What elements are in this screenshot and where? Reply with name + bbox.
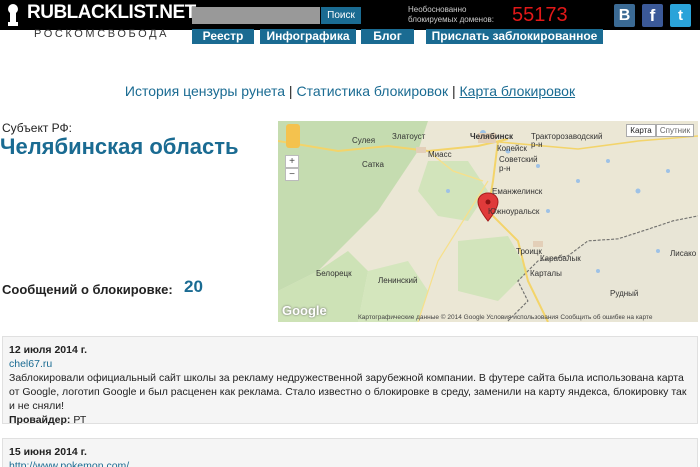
map-label-lisakovsk: Лисако	[670, 249, 697, 258]
link-censorship-history[interactable]: История цензуры рунета	[125, 83, 285, 99]
map-label-rudny: Рудный	[610, 289, 639, 298]
provider-value: РТ	[73, 414, 87, 426]
map-label-leninsky: Ленинский	[378, 276, 418, 285]
link-blocking-map[interactable]: Карта блокировок	[460, 83, 576, 99]
google-logo[interactable]: Google	[282, 303, 327, 318]
map-label-yuzhnouralsk: Южноуральск	[488, 207, 540, 216]
region-map[interactable]: + − Карта Спутник Сулея Златоуст Челябин…	[278, 121, 698, 322]
zoom-in-button[interactable]: +	[285, 155, 299, 168]
block-report-item: 15 июня 2014 г. http://www.pokemon.com/	[2, 438, 698, 467]
region-label: Субъект РФ:	[2, 121, 72, 135]
blocked-domains-counter: 55173	[512, 4, 568, 26]
map-label-r-n: р-н	[531, 140, 543, 149]
map-label-kopeysk: Копейск	[497, 144, 527, 153]
search-input[interactable]	[192, 7, 320, 24]
report-date: 15 июня 2014 г.	[9, 446, 87, 458]
region-name: Челябинская область	[0, 134, 239, 159]
report-url-link[interactable]: http://www.pokemon.com/	[9, 459, 691, 467]
facebook-icon[interactable]: f	[642, 4, 663, 27]
blocked-domains-label: Необоснованно блокируемых доменов:	[408, 5, 494, 24]
report-url-link[interactable]: chel67.ru	[9, 357, 691, 371]
report-provider: Провайдер: РТ	[9, 413, 691, 427]
map-label-karabalyk: Карабалык	[540, 254, 581, 263]
map-label-r-n-2: р-н	[499, 164, 511, 173]
map-label-sovetsky: Советский	[499, 155, 538, 164]
messages-label: Сообщений о блокировке:	[2, 282, 173, 297]
zoom-out-button[interactable]: −	[285, 168, 299, 181]
search-button[interactable]: Поиск	[321, 7, 361, 24]
messages-count: 20	[184, 277, 203, 296]
map-label-emanzhelinsk: Еманжелинск	[492, 187, 543, 196]
map-label-troitsk: Троицк	[516, 247, 542, 256]
map-label-chelyabinsk: Челябинск	[470, 132, 513, 141]
site-logo[interactable]: RUBLACKLIST.NET	[27, 2, 196, 24]
twitter-icon[interactable]: t	[670, 4, 691, 27]
link-separator: |	[451, 83, 456, 99]
section-links: История цензуры рунета | Статистика блок…	[0, 83, 700, 99]
vk-icon[interactable]: B	[614, 4, 635, 27]
report-date: 12 июля 2014 г.	[9, 344, 87, 356]
block-report-item: 12 июля 2014 г. chel67.ru Заблокировали …	[2, 336, 698, 427]
report-description: Заблокировали официальный сайт школы за …	[9, 372, 687, 412]
top-bar: RUBLACKLIST.NET Поиск Необоснованно блок…	[0, 0, 700, 30]
nav-blog[interactable]: Блог	[361, 29, 414, 44]
street-view-pegman-icon[interactable]	[286, 124, 300, 148]
map-label-satka: Сатка	[362, 160, 384, 169]
link-blocking-stats[interactable]: Статистика блокировок	[296, 83, 448, 99]
map-label-kartaly: Карталы	[530, 269, 562, 278]
keyhole-logo-icon	[8, 4, 18, 26]
map-label-sulea: Сулея	[352, 136, 376, 145]
site-subtitle: РОСКОМСВОБОДА	[34, 28, 170, 40]
map-label-zlatoust: Златоуст	[392, 132, 426, 141]
map-label-miass: Миасс	[428, 150, 452, 159]
map-type-satellite-button[interactable]: Спутник	[656, 124, 694, 137]
provider-label: Провайдер:	[9, 414, 71, 426]
map-type-map-button[interactable]: Карта	[626, 124, 656, 137]
map-attribution[interactable]: Картографические данные © 2014 Google Ус…	[358, 314, 652, 321]
map-label-beloretsk: Белорецк	[316, 269, 352, 278]
nav-submit-blocked[interactable]: Прислать заблокированное	[426, 29, 603, 44]
link-separator: |	[288, 83, 293, 99]
nav-infographics[interactable]: Инфографика	[260, 29, 356, 44]
nav-registry[interactable]: Реестр	[192, 29, 254, 44]
